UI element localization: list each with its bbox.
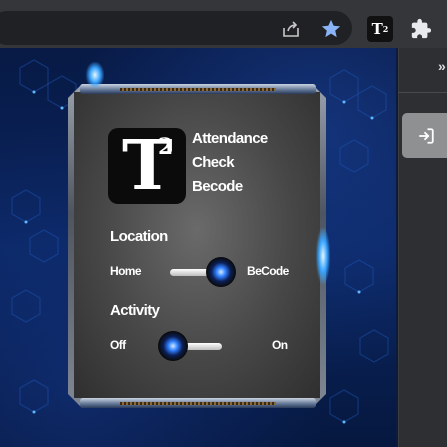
location-home-label: Home: [110, 264, 142, 278]
app-title-line-1: Attendance: [192, 130, 268, 147]
location-toggle[interactable]: [166, 257, 236, 287]
frame-bottom-groove: [120, 402, 276, 405]
page-divider: [398, 92, 447, 93]
activity-heading: Activity: [110, 302, 160, 319]
activity-toggle-knob[interactable]: [158, 331, 188, 361]
sign-in-icon: [419, 127, 434, 144]
puzzle-icon[interactable]: [410, 18, 432, 40]
activity-toggle[interactable]: [158, 331, 226, 361]
app-title-line-2: Check: [192, 154, 235, 171]
frame-top-groove: [120, 88, 276, 91]
share-icon[interactable]: [281, 19, 301, 39]
right-glow-light: [316, 228, 330, 284]
t2-extension-letter: T: [371, 20, 383, 38]
page-button[interactable]: [402, 113, 447, 158]
activity-off-label: Off: [110, 338, 126, 352]
t2-extension-superscript: 2: [382, 24, 389, 34]
location-toggle-knob[interactable]: [206, 257, 236, 287]
browser-toolbar: T2: [0, 0, 447, 48]
t2-extension-icon[interactable]: T2: [367, 16, 393, 42]
top-glow-light: [86, 62, 104, 88]
location-heading: Location: [110, 228, 168, 245]
logo-superscript: 2: [158, 134, 174, 160]
t2-logo: T 2: [108, 128, 186, 204]
app-title-line-3: Becode: [192, 178, 243, 195]
activity-on-label: On: [272, 338, 288, 352]
location-becode-label: BeCode: [247, 264, 289, 278]
page-right-panel: [398, 48, 447, 447]
star-icon[interactable]: [320, 18, 342, 40]
overflow-chevron[interactable]: »: [438, 58, 446, 74]
extension-popup: T 2 Attendance Check Becode Location Hom…: [0, 48, 398, 447]
